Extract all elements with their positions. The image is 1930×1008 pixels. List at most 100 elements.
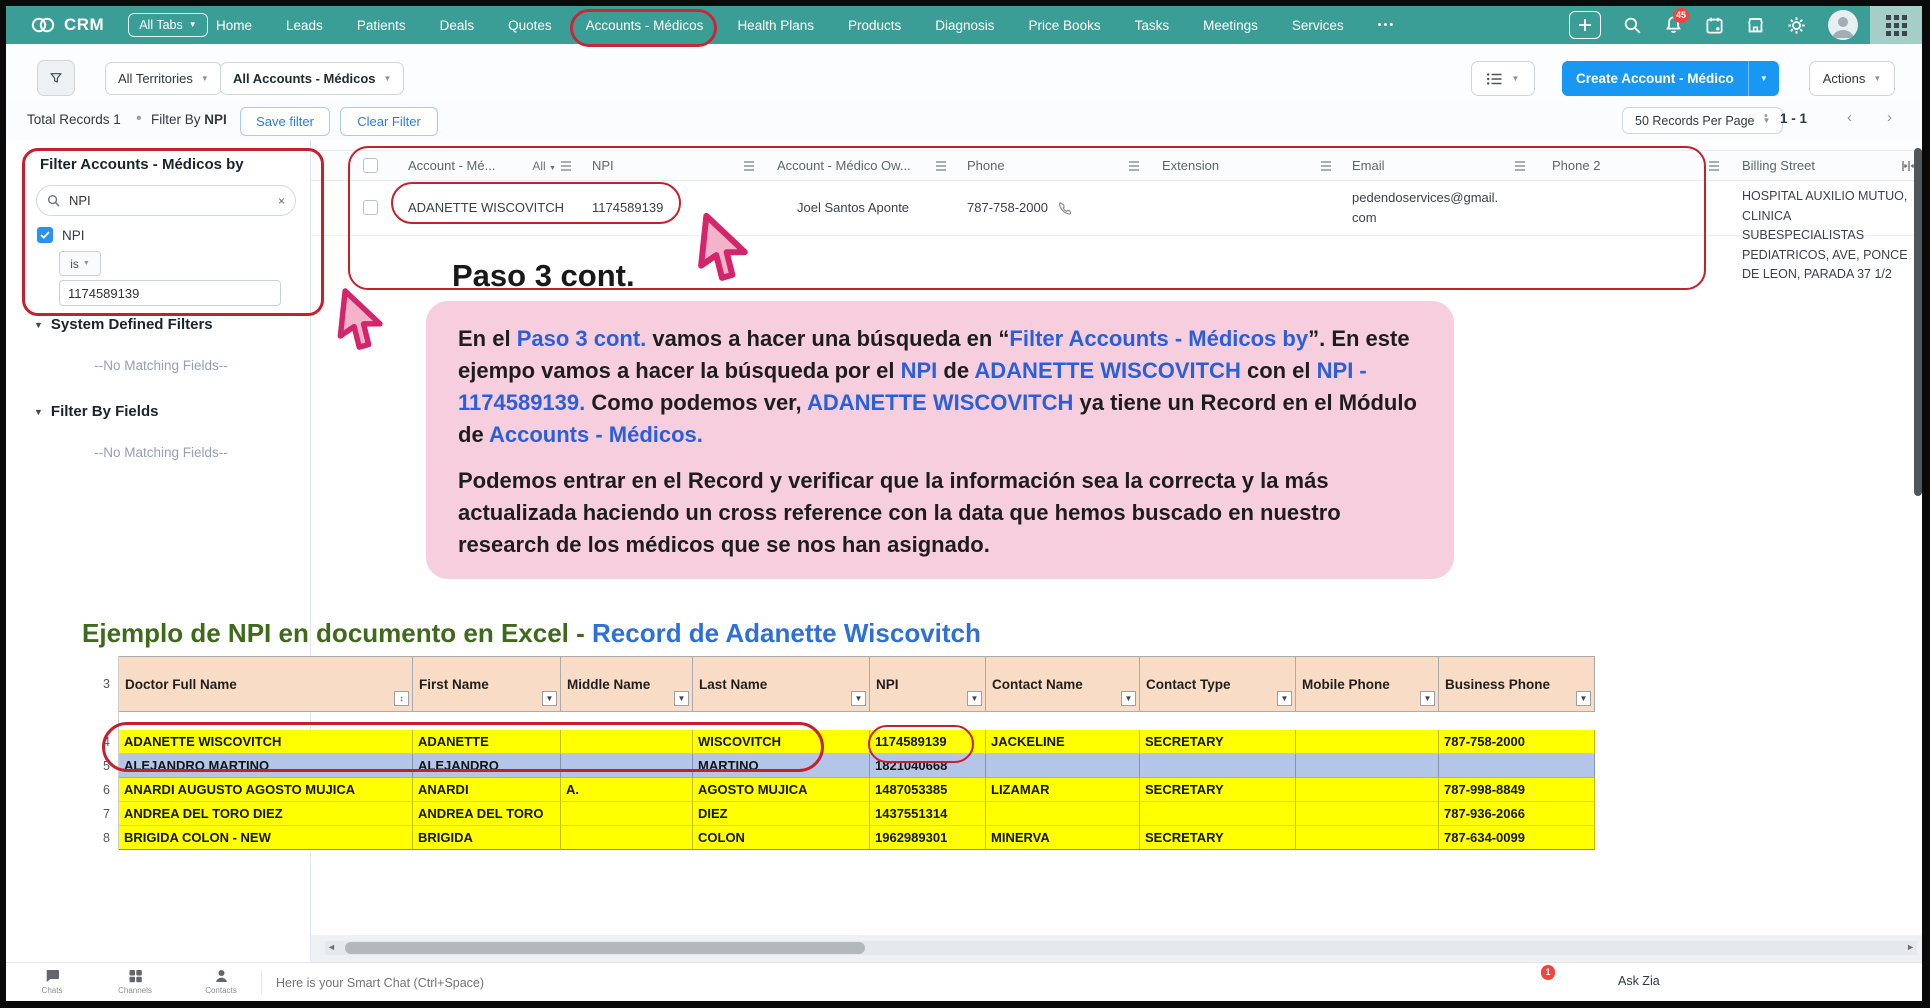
- excel-header-label: Doctor Full Name: [125, 677, 257, 692]
- vertical-scrollbar[interactable]: [1914, 148, 1922, 496]
- next-page-button[interactable]: ›: [1887, 109, 1892, 126]
- select-all-checkbox[interactable]: [363, 158, 378, 173]
- tab-home[interactable]: Home: [216, 18, 252, 33]
- clear-search-icon[interactable]: ×: [278, 194, 285, 208]
- excel-column-header: Business Phone▼: [1439, 656, 1595, 712]
- phone-icon[interactable]: [1058, 201, 1072, 215]
- excel-cell: 1437551314: [870, 802, 986, 826]
- save-filter-button[interactable]: Save filter: [240, 107, 330, 136]
- column-header-phone[interactable]: Phone: [955, 151, 1150, 180]
- tab-patients[interactable]: Patients: [357, 18, 406, 33]
- column-menu-icon[interactable]: [560, 161, 572, 171]
- clear-filter-button[interactable]: Clear Filter: [340, 107, 438, 136]
- ask-zia-button[interactable]: Ask Zia: [1618, 974, 1660, 988]
- column-menu-icon[interactable]: [1514, 161, 1526, 171]
- sidebar-filter-search[interactable]: ×: [36, 185, 296, 216]
- tab-health-plans[interactable]: Health Plans: [737, 18, 814, 33]
- tab-leads[interactable]: Leads: [286, 18, 323, 33]
- tab-deals[interactable]: Deals: [440, 18, 475, 33]
- create-account-medico-button[interactable]: Create Account - Médico: [1562, 61, 1748, 96]
- tab-meetings[interactable]: Meetings: [1203, 18, 1258, 33]
- records-per-page-dropdown[interactable]: 50 Records Per Page▼: [1622, 107, 1783, 134]
- pink-cursor-arrow: [690, 211, 761, 287]
- crm-table-header: Account - Mé... All ▼ NPI Account - Médi…: [311, 150, 1922, 181]
- territories-dropdown[interactable]: All Territories▼: [105, 62, 222, 95]
- crm-record-row[interactable]: ADANETTE WISCOVITCH 1174589139 Joel Sant…: [311, 180, 1922, 236]
- chats-button[interactable]: Chats: [30, 968, 74, 995]
- excel-cell: [1296, 826, 1439, 850]
- tab-diagnosis[interactable]: Diagnosis: [935, 18, 994, 33]
- create-record-split-button: Create Account - Médico ▼: [1562, 61, 1779, 96]
- column-header-email[interactable]: Email: [1340, 151, 1540, 180]
- column-menu-icon[interactable]: [743, 161, 755, 171]
- app-switcher[interactable]: [1870, 6, 1922, 44]
- list-view-style-dropdown[interactable]: ▼: [1471, 61, 1535, 96]
- npi-value-input[interactable]: [59, 280, 281, 306]
- excel-cell: 787-634-0099: [1439, 826, 1595, 850]
- create-dropdown-arrow[interactable]: ▼: [1748, 61, 1779, 96]
- column-header-billing-street[interactable]: Billing Street: [1730, 151, 1895, 180]
- contacts-button[interactable]: Contacts: [199, 968, 243, 995]
- all-filter-dropdown[interactable]: All ▼: [532, 159, 556, 173]
- scroll-left-arrow[interactable]: ◄: [327, 942, 336, 952]
- search-icon[interactable]: [1623, 16, 1642, 35]
- excel-data-row: 7ANDREA DEL TORO DIEZANDREA DEL TORODIEZ…: [95, 802, 1595, 826]
- tab-label: Services: [1292, 18, 1344, 33]
- column-menu-icon[interactable]: [1128, 161, 1140, 171]
- horizontal-scrollbar-thumb[interactable]: [345, 942, 865, 954]
- scroll-right-arrow[interactable]: ►: [1906, 942, 1915, 952]
- smart-chat-input[interactable]: [274, 969, 918, 997]
- tab-price-books[interactable]: Price Books: [1029, 18, 1101, 33]
- system-defined-filters-section[interactable]: ▼ System Defined Filters: [34, 316, 213, 333]
- tab-tasks[interactable]: Tasks: [1135, 18, 1170, 33]
- row-checkbox[interactable]: [363, 200, 378, 215]
- column-menu-icon[interactable]: [1320, 161, 1332, 171]
- excel-filter-dropdown: ▼: [542, 691, 557, 706]
- text-segment: Filter Accounts - Médicos by: [1009, 326, 1308, 351]
- screen-share-button[interactable]: 1: [1530, 972, 1930, 990]
- announcements-megaphone-icon[interactable]: [1578, 991, 1930, 1007]
- notifications-bell-icon[interactable]: 45: [1664, 15, 1683, 35]
- horizontal-scrollbar-track[interactable]: ◄ ►: [325, 941, 1917, 955]
- text-segment: Podemos entrar en el Record y verificar …: [458, 468, 1341, 557]
- excel-cell: COLON: [693, 826, 870, 850]
- previous-page-button[interactable]: ‹: [1847, 109, 1852, 126]
- filter-funnel-button[interactable]: [37, 60, 75, 96]
- marketplace-icon[interactable]: [1746, 16, 1765, 35]
- excel-cell: 1821040668: [870, 754, 986, 778]
- excel-header-label: Contact Type: [1146, 677, 1251, 692]
- total-records-label: Total Records 1: [27, 112, 121, 127]
- tab-quotes[interactable]: Quotes: [508, 18, 552, 33]
- filter-search-input[interactable]: [67, 192, 278, 209]
- tab-services[interactable]: Services: [1292, 18, 1344, 33]
- calendar-icon[interactable]: [1705, 16, 1724, 35]
- column-header-owner[interactable]: Account - Médico Ow...: [765, 151, 955, 180]
- npi-filter-checkbox[interactable]: [37, 227, 53, 243]
- column-menu-icon[interactable]: [935, 161, 947, 171]
- view-selector-dropdown[interactable]: All Accounts - Médicos▼: [220, 62, 404, 95]
- excel-cell: 1487053385: [870, 778, 986, 802]
- tutorial-paragraph: Podemos entrar en el Record y verificar …: [458, 465, 1422, 561]
- column-header-extension[interactable]: Extension: [1150, 151, 1340, 180]
- column-header-account[interactable]: Account - Mé... All ▼: [396, 151, 580, 180]
- actions-dropdown[interactable]: Actions▼: [1809, 61, 1895, 96]
- operator-dropdown[interactable]: is▼: [59, 251, 101, 276]
- column-header-npi[interactable]: NPI: [580, 151, 765, 180]
- excel-sort-filter-dropdown: ↕: [394, 691, 409, 706]
- all-tabs-dropdown[interactable]: All Tabs▼: [128, 13, 207, 37]
- settings-gear-icon[interactable]: [1787, 16, 1806, 35]
- column-menu-icon[interactable]: [1708, 161, 1720, 171]
- tab-products[interactable]: Products: [848, 18, 901, 33]
- quick-create-button[interactable]: [1569, 11, 1601, 39]
- record-account-name[interactable]: ADANETTE WISCOVITCH: [396, 180, 580, 235]
- bottom-dock: Chats Channels Contacts 1 Ask Zia za: [6, 962, 1922, 1001]
- more-tabs-button[interactable]: •••: [1378, 19, 1396, 31]
- tab-accounts-m-dicos[interactable]: Accounts - Médicos: [586, 18, 704, 33]
- excel-hidden-rows-gap: [95, 712, 1595, 730]
- avatar[interactable]: [1828, 10, 1858, 40]
- search-icon: [47, 194, 60, 207]
- column-header-phone2[interactable]: Phone 2: [1540, 151, 1730, 180]
- filter-by-fields-section[interactable]: ▼ Filter By Fields: [34, 403, 158, 420]
- channels-button[interactable]: Channels: [113, 968, 157, 995]
- tab-label: Products: [848, 18, 901, 33]
